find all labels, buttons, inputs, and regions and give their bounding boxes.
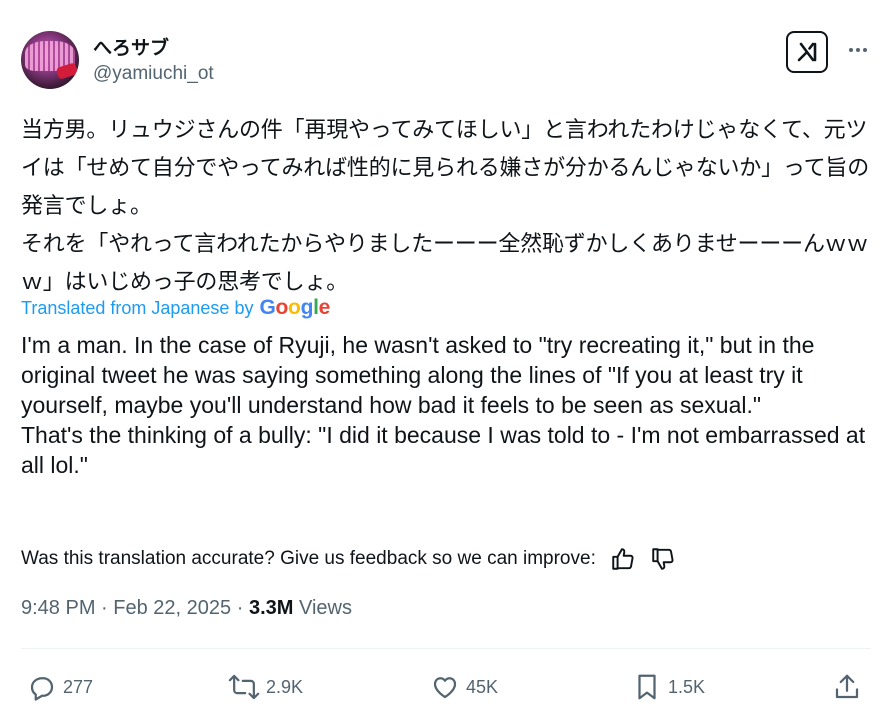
meta-separator: ·: [101, 597, 108, 619]
tweet-translated-text: I'm a man. In the case of Ryuji, he wasn…: [21, 332, 866, 478]
tweet-original-text: 当方男。リュウジさんの件「再現やってみてほしい」と言われたわけじゃなくて、元ツイ…: [21, 118, 870, 295]
reply-icon: [30, 677, 54, 701]
views-label: Views: [298, 597, 352, 619]
tweet-date[interactable]: Feb 22, 2025: [113, 597, 231, 619]
thumbs-up-icon: [612, 548, 634, 570]
repost-icon: [228, 674, 260, 700]
grok-button[interactable]: [786, 31, 828, 73]
reply-count: 277: [63, 676, 94, 697]
meta-separator-2: ·: [236, 597, 244, 619]
bookmark-icon: [638, 674, 656, 700]
translation-attribution[interactable]: Translated from Japanese by Google: [21, 296, 330, 320]
google-logo: Google: [259, 296, 331, 319]
author-display-name[interactable]: へろサブ: [93, 33, 169, 60]
like-icon: [433, 677, 457, 699]
share-icon: [835, 674, 859, 699]
repost-button[interactable]: 2.9K: [228, 672, 303, 702]
views-count[interactable]: 3.3M: [249, 597, 293, 619]
grok-icon: [797, 42, 817, 62]
more-icon: [849, 48, 867, 52]
author-handle[interactable]: @yamiuchi_ot: [93, 63, 214, 85]
tweet-meta: 9:48 PM · Feb 22, 2025 · 3.3M Views: [21, 597, 352, 620]
thumbs-down-button[interactable]: [650, 546, 676, 572]
feedback-prompt: Was this translation accurate? Give us f…: [21, 548, 596, 569]
thumbs-up-button[interactable]: [610, 546, 636, 572]
like-button[interactable]: 45K: [430, 672, 498, 702]
bookmark-count: 1.5K: [668, 676, 706, 697]
bookmark-button[interactable]: 1.5K: [632, 672, 705, 702]
like-count: 45K: [466, 676, 499, 697]
more-button[interactable]: [844, 38, 872, 62]
thumbs-down-icon: [652, 548, 674, 570]
share-button[interactable]: [832, 672, 868, 702]
divider: [21, 648, 871, 649]
repost-count: 2.9K: [266, 676, 304, 697]
translated-label: Translated from Japanese by: [21, 297, 254, 318]
tweet-time[interactable]: 9:48 PM: [21, 597, 95, 619]
reply-button[interactable]: 277: [27, 672, 93, 702]
avatar[interactable]: [21, 31, 79, 89]
translation-feedback: Was this translation accurate? Give us f…: [21, 546, 676, 572]
